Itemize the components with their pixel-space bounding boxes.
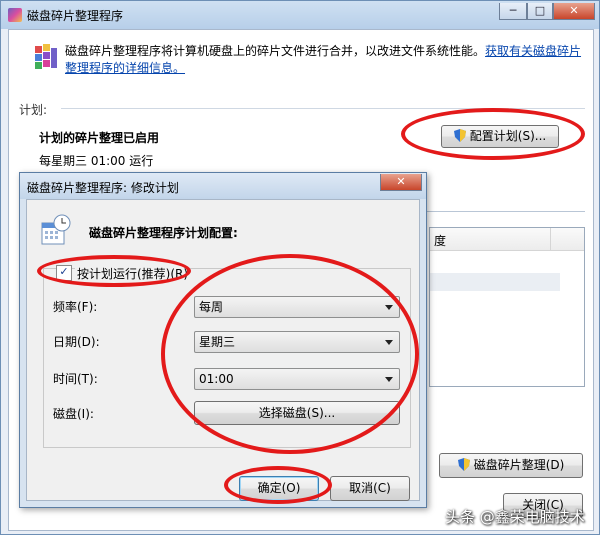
close-window-button[interactable]: ✕ <box>553 3 595 20</box>
dialog-heading: 磁盘碎片整理程序计划配置: <box>89 226 238 240</box>
watermark-text: 头条 @鑫荣电脑技术 <box>445 508 585 526</box>
maximize-button[interactable]: □ <box>527 3 553 20</box>
uac-shield-icon <box>457 458 470 471</box>
annotation-ring-checkbox <box>37 255 191 287</box>
main-window-title: 磁盘碎片整理程序 <box>27 9 124 23</box>
annotation-ring-settings <box>161 254 419 454</box>
section-divider <box>419 211 585 212</box>
minimize-button[interactable]: ─ <box>499 3 527 20</box>
disks-label: 磁盘(I): <box>53 407 94 421</box>
calendar-clock-icon <box>41 214 71 245</box>
list-header: 度 <box>430 228 584 251</box>
time-label: 时间(T): <box>53 372 98 386</box>
day-label: 日期(D): <box>53 335 100 349</box>
annotation-ring-configure <box>401 108 585 160</box>
disk-status-list[interactable]: 度 <box>429 227 585 387</box>
dialog-close-button[interactable]: ✕ <box>380 174 422 191</box>
dialog-title: 磁盘碎片整理程序: 修改计划 <box>27 181 179 195</box>
defrag-now-button[interactable]: 磁盘碎片整理(D) <box>439 453 583 478</box>
defrag-now-label: 磁盘碎片整理(D) <box>473 458 565 472</box>
defrag-app-icon <box>8 8 22 22</box>
column-progress[interactable]: 度 <box>434 232 446 249</box>
frequency-label: 频率(F): <box>53 300 98 314</box>
annotation-ring-ok <box>224 466 332 504</box>
main-title-bar: 磁盘碎片整理程序 ─ □ ✕ <box>1 1 599 29</box>
schedule-detail: 每星期三 01:00 运行 <box>39 154 154 168</box>
schedule-status: 计划的碎片整理已启用 <box>39 131 160 145</box>
defrag-large-icon <box>35 44 57 69</box>
column-divider <box>550 228 551 250</box>
cancel-button[interactable]: 取消(C) <box>330 476 410 501</box>
list-row[interactable] <box>430 273 560 291</box>
dialog-title-bar: 磁盘碎片整理程序: 修改计划 ✕ <box>20 173 426 199</box>
description-text: 磁盘碎片整理程序将计算机硬盘上的碎片文件进行合并，以改进文件系统性能。 <box>65 44 486 58</box>
description-block: 磁盘碎片整理程序将计算机硬盘上的碎片文件进行合并，以改进文件系统性能。获取有关磁… <box>65 43 585 77</box>
schedule-section-label: 计划: <box>19 103 48 117</box>
